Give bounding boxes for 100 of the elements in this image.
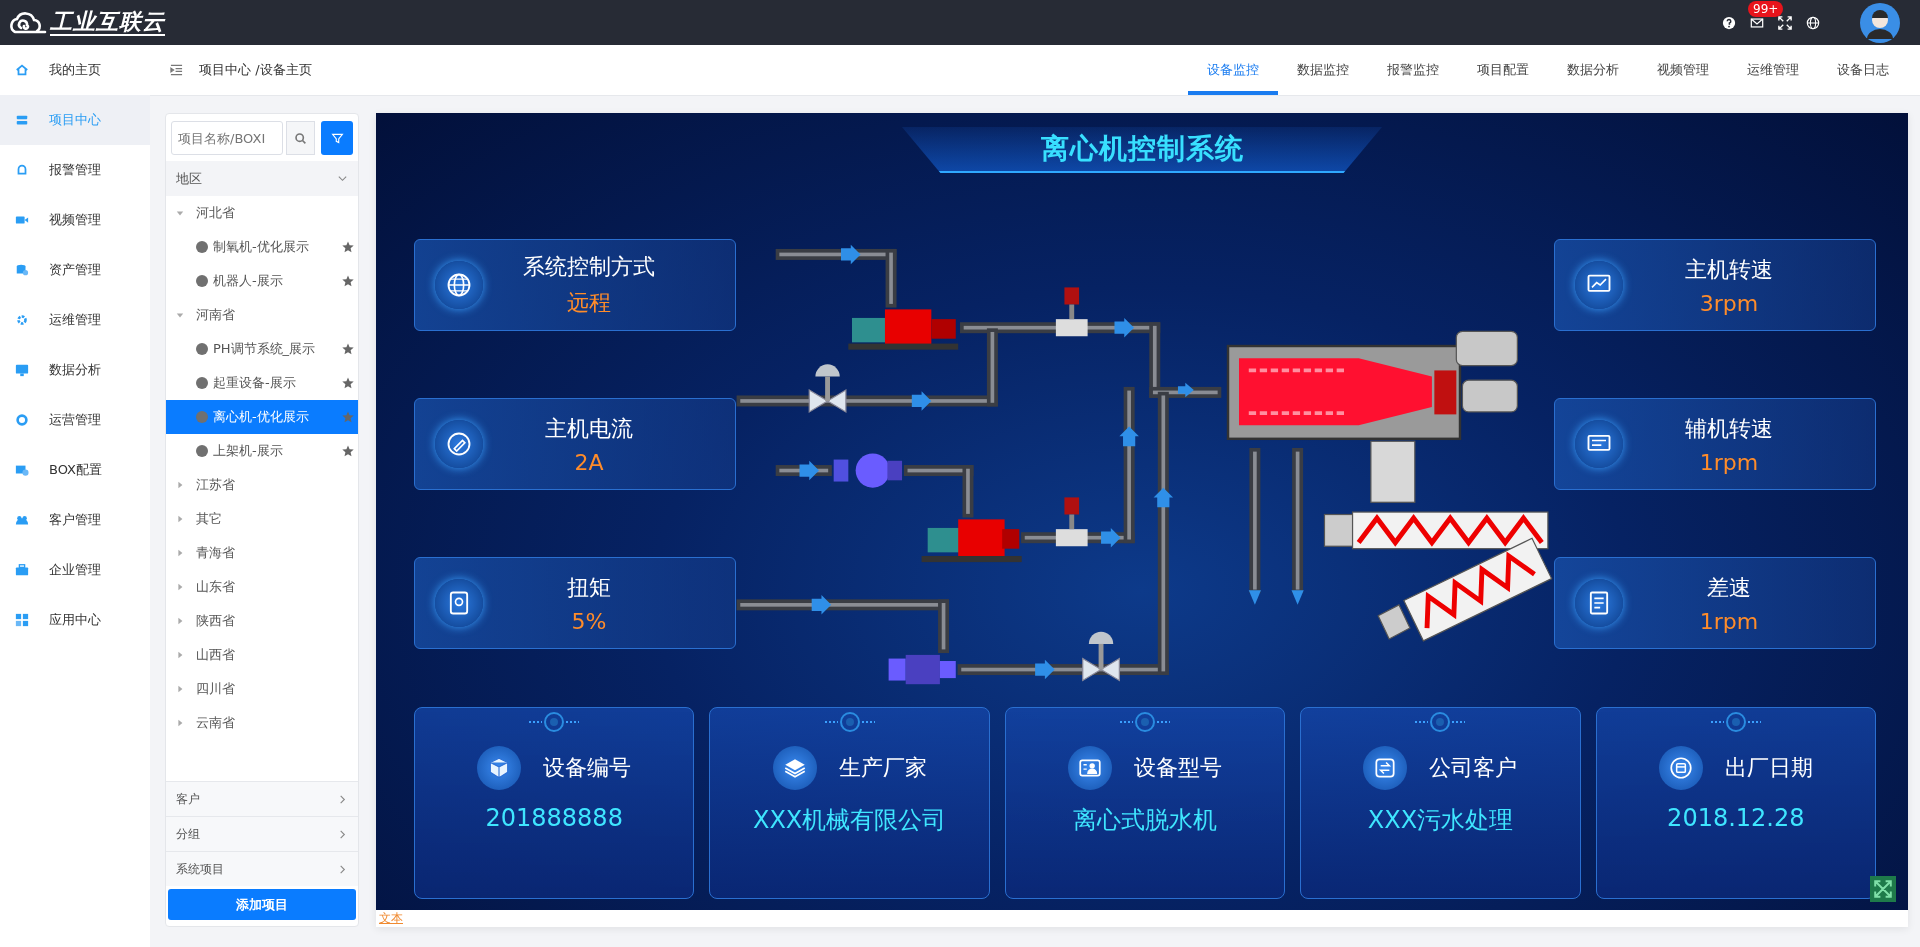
chevron-right-icon bbox=[337, 828, 348, 840]
mail-icon[interactable] bbox=[1750, 15, 1764, 30]
add-project-button[interactable]: 添加项目 bbox=[168, 889, 356, 920]
sidebar-item[interactable]: 报警管理 bbox=[0, 145, 150, 195]
tab[interactable]: 运维管理 bbox=[1728, 45, 1818, 95]
tab[interactable]: 设备日志 bbox=[1818, 45, 1908, 95]
tree-node[interactable]: 陕西省 bbox=[166, 604, 358, 638]
metric-label: 辅机转速 bbox=[1685, 414, 1773, 443]
caret-icon bbox=[176, 685, 184, 693]
expand-icon[interactable] bbox=[1870, 876, 1896, 902]
chevron-right-icon bbox=[337, 793, 348, 805]
status-dot-icon bbox=[196, 241, 208, 253]
valve-drawing bbox=[1082, 631, 1120, 682]
footer-text: 文本 bbox=[379, 910, 403, 927]
card-value: XXX污水处理 bbox=[1367, 805, 1514, 836]
sidebar-item[interactable]: BOX配置 bbox=[0, 445, 150, 495]
card-value: 离心式脱水机 bbox=[1073, 805, 1217, 836]
help-icon[interactable] bbox=[1722, 15, 1736, 30]
flowmeter-drawing bbox=[1055, 287, 1088, 337]
tree-node[interactable]: 青海省 bbox=[166, 536, 358, 570]
tree-item[interactable]: 机器人-展示 bbox=[166, 264, 358, 298]
flow-arrow-icon bbox=[1035, 659, 1055, 680]
flow-arrow-icon bbox=[1177, 382, 1194, 398]
stack-icon bbox=[15, 113, 29, 127]
avatar[interactable] bbox=[1860, 2, 1900, 43]
pump-drawing bbox=[888, 654, 956, 685]
menu-fold-icon[interactable] bbox=[170, 64, 183, 76]
status-dot-icon bbox=[196, 275, 208, 287]
tree-node[interactable]: 河北省 bbox=[166, 196, 358, 230]
sidebar-item[interactable]: 运维管理 bbox=[0, 295, 150, 345]
card-label: 生产厂家 bbox=[838, 754, 927, 782]
chevron-right-icon bbox=[337, 863, 348, 875]
flow-arrow-icon bbox=[1101, 527, 1121, 548]
sidebar-item[interactable]: 运营管理 bbox=[0, 395, 150, 445]
tree-item[interactable]: PH调节系统_展示 bbox=[166, 332, 358, 366]
search-icon bbox=[294, 131, 307, 145]
pump-drawing bbox=[833, 453, 903, 488]
globe-icon bbox=[445, 271, 473, 299]
sidebar-item[interactable]: 我的主页 bbox=[0, 45, 150, 95]
tab[interactable]: 报警监控 bbox=[1368, 45, 1458, 95]
star-icon[interactable] bbox=[342, 241, 354, 253]
tree-item[interactable]: 起重设备-展示 bbox=[166, 366, 358, 400]
sidebar-item[interactable]: 企业管理 bbox=[0, 545, 150, 595]
monitor-icon bbox=[15, 363, 29, 377]
globe-icon[interactable] bbox=[1806, 15, 1820, 30]
people-icon bbox=[15, 513, 29, 527]
search-field[interactable]: 项目名称/BOXI bbox=[171, 121, 283, 155]
tree-node[interactable]: 云南省 bbox=[166, 706, 358, 740]
valve-drawing bbox=[808, 364, 847, 413]
grid-icon bbox=[15, 613, 29, 627]
tree-item[interactable]: 制氧机-优化展示 bbox=[166, 230, 358, 264]
tree-node[interactable]: 山西省 bbox=[166, 638, 358, 672]
sidebar-item[interactable]: 视频管理 bbox=[0, 195, 150, 245]
flow-arrow-icon bbox=[799, 460, 819, 481]
caret-icon bbox=[176, 481, 184, 489]
tree-node[interactable]: 江苏省 bbox=[166, 468, 358, 502]
panel-section[interactable]: 客户 bbox=[166, 781, 358, 816]
caret-icon bbox=[176, 719, 184, 727]
tab[interactable]: 项目配置 bbox=[1458, 45, 1548, 95]
scada-title: 离心机控制系统 bbox=[1040, 131, 1244, 167]
status-dot-icon bbox=[196, 377, 208, 389]
sidebar-item[interactable]: 应用中心 bbox=[0, 595, 150, 645]
tab[interactable]: 数据监控 bbox=[1278, 45, 1368, 95]
star-icon[interactable] bbox=[342, 275, 354, 287]
card-label: 设备编号 bbox=[543, 754, 632, 782]
breadcrumb: 项目中心 /设备主页 bbox=[199, 61, 312, 79]
caret-icon bbox=[176, 549, 184, 557]
notification-badge: 99+ bbox=[1748, 0, 1784, 17]
metric-value: 3rpm bbox=[1699, 290, 1759, 316]
tree-item[interactable]: 离心机-优化展示 bbox=[166, 400, 358, 434]
star-icon[interactable] bbox=[342, 445, 354, 457]
tree-node[interactable]: 其它 bbox=[166, 502, 358, 536]
filter-button[interactable] bbox=[321, 121, 353, 155]
star-icon[interactable] bbox=[342, 343, 354, 355]
tab[interactable]: 数据分析 bbox=[1548, 45, 1638, 95]
star-icon[interactable] bbox=[342, 377, 354, 389]
metric-value: 远程 bbox=[567, 289, 611, 317]
tree-node[interactable]: 河南省 bbox=[166, 298, 358, 332]
briefcase-icon bbox=[15, 563, 29, 577]
metric-label: 主机转速 bbox=[1685, 255, 1773, 284]
panel-section[interactable]: 系统项目 bbox=[166, 851, 358, 886]
chevron-icon bbox=[337, 173, 348, 184]
tree-node[interactable]: 山东省 bbox=[166, 570, 358, 604]
fullscreen-icon[interactable] bbox=[1778, 15, 1792, 30]
tab[interactable]: 设备监控 bbox=[1188, 45, 1278, 95]
sidebar-item[interactable]: 数据分析 bbox=[0, 345, 150, 395]
card-value: 2018.12.28 bbox=[1667, 804, 1805, 832]
discharge-chute-drawing bbox=[1370, 440, 1416, 503]
star-icon[interactable] bbox=[342, 411, 354, 423]
search-button[interactable] bbox=[286, 121, 315, 155]
sidebar-item[interactable]: 资产管理 bbox=[0, 245, 150, 295]
tab[interactable]: 视频管理 bbox=[1638, 45, 1728, 95]
metric-value: 5% bbox=[571, 608, 607, 634]
region-filter[interactable]: 地区 bbox=[166, 161, 358, 196]
tree-item[interactable]: 上架机-展示 bbox=[166, 434, 358, 468]
tree-node[interactable]: 四川省 bbox=[166, 672, 358, 706]
flow-arrow-icon bbox=[1119, 426, 1139, 447]
panel-section[interactable]: 分组 bbox=[166, 816, 358, 851]
sidebar-item[interactable]: 客户管理 bbox=[0, 495, 150, 545]
caret-icon bbox=[176, 651, 184, 659]
